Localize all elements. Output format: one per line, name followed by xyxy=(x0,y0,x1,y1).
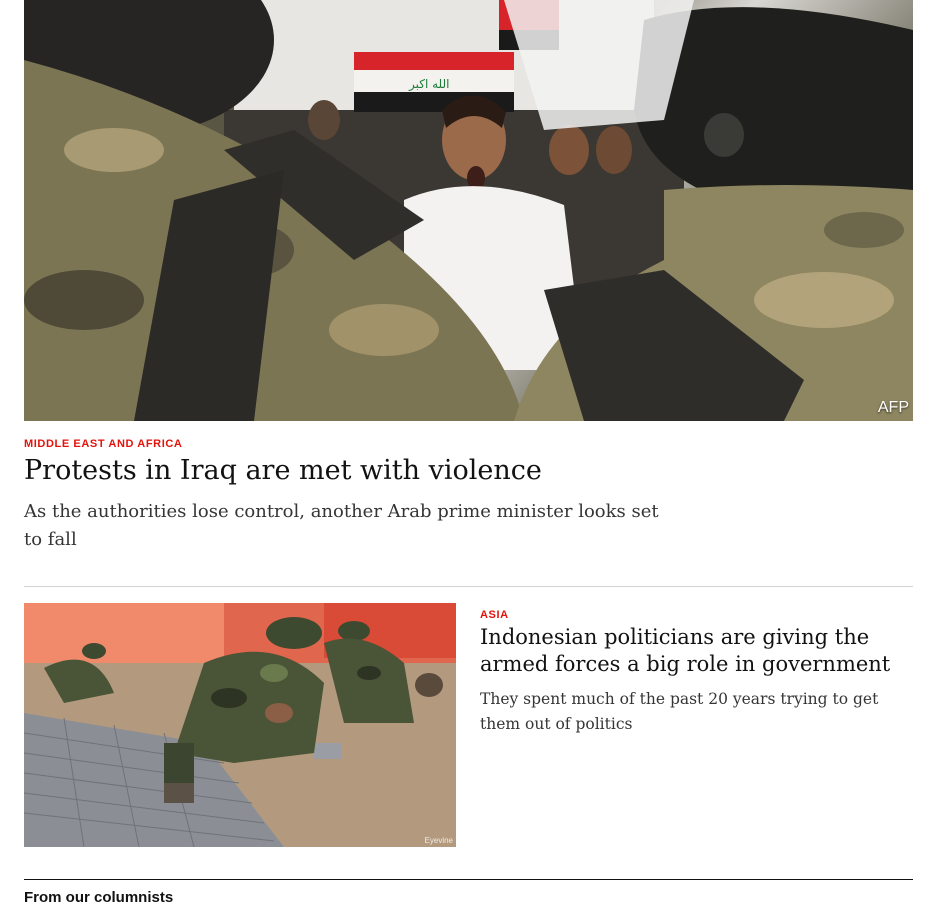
svg-text:الله اكبر: الله اكبر xyxy=(408,77,450,92)
photo-credit: AFP xyxy=(877,399,909,416)
section-divider xyxy=(24,879,913,880)
lead-story-photo-illustration: الله اكبر xyxy=(24,0,913,421)
lead-story-image[interactable]: الله اكبر AFP xyxy=(24,0,913,421)
lead-story-headline-link[interactable]: Protests in Iraq are met with violence xyxy=(24,455,542,486)
second-story-headline[interactable]: Indonesian politicians are giving the ar… xyxy=(480,624,900,678)
second-story-image[interactable]: Eyevine xyxy=(24,603,456,847)
section-label-middle-east-and-africa[interactable]: Middle East and Africa xyxy=(24,438,182,450)
second-story-description: They spent much of the past 20 years try… xyxy=(480,690,879,733)
lead-story-headline[interactable]: Protests in Iraq are met with violence xyxy=(24,452,542,490)
second-story-headline-link[interactable]: Indonesian politicians are giving the ar… xyxy=(480,625,890,676)
divider xyxy=(24,586,913,587)
photo-credit: Eyevine xyxy=(424,836,453,845)
columnists-heading: From our columnists xyxy=(24,889,174,902)
lead-story-description: As the authorities lose control, another… xyxy=(24,501,659,550)
second-story-photo-illustration xyxy=(24,603,456,847)
section-label-asia[interactable]: Asia xyxy=(480,609,509,621)
